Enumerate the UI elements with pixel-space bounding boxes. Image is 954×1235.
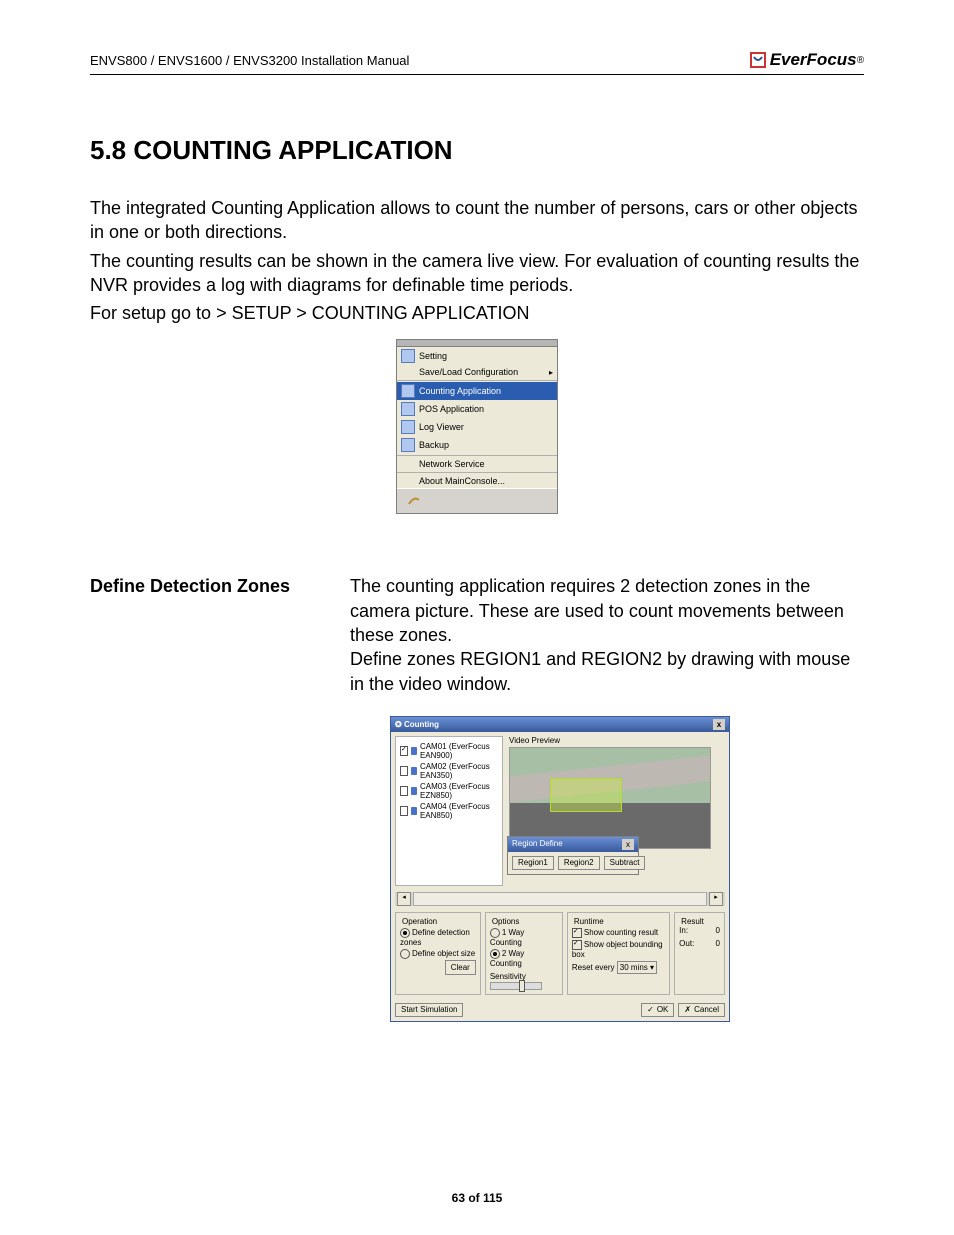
ok-button[interactable]: ✓OK — [641, 1003, 674, 1017]
counting-dialog: ✪ Counting x CAM01 (EverFocus EAN900) CA… — [390, 716, 730, 1022]
reset-every-select[interactable]: 30 mins ▾ — [617, 961, 657, 974]
section-heading: 5.8 COUNTING APPLICATION — [90, 135, 864, 166]
gear-icon — [401, 349, 415, 363]
runtime-group-title: Runtime — [572, 917, 606, 926]
horizontal-scrollbar[interactable]: ◂ ▸ — [395, 892, 725, 906]
x-icon: ✗ — [684, 1006, 691, 1014]
camera-icon — [411, 807, 417, 815]
reset-every-label: Reset every — [572, 963, 615, 972]
dialog-title: ✪ Counting — [395, 720, 439, 729]
show-bbox-checkbox[interactable]: Show object bounding box — [572, 940, 665, 959]
menu-item-pos-app[interactable]: POS Application — [397, 400, 557, 418]
toolbar-tool-icon[interactable] — [403, 491, 425, 511]
scroll-right-icon[interactable]: ▸ — [709, 892, 723, 906]
camera-icon — [411, 767, 417, 775]
subtract-button[interactable]: Subtract — [604, 856, 646, 870]
pos-icon — [401, 402, 415, 416]
result-out-label: Out: — [679, 939, 694, 948]
menu-item-saveload[interactable]: Save/Load Configuration ▸ — [397, 365, 557, 379]
menu-item-log-viewer[interactable]: Log Viewer — [397, 418, 557, 436]
checkbox-icon[interactable] — [400, 746, 408, 756]
setup-path: For setup go to > SETUP > COUNTING APPLI… — [90, 301, 864, 325]
result-group-title: Result — [679, 917, 706, 926]
submenu-arrow-icon: ▸ — [549, 368, 553, 377]
checkbox-icon[interactable] — [400, 786, 408, 796]
doc-header-left: ENVS800 / ENVS1600 / ENVS3200 Installati… — [90, 53, 409, 68]
region-drawn-box[interactable] — [550, 778, 622, 812]
region1-button[interactable]: Region1 — [512, 856, 554, 870]
operation-group-title: Operation — [400, 917, 439, 926]
definition-desc-2: Define zones REGION1 and REGION2 by draw… — [350, 647, 864, 696]
camera-item[interactable]: CAM01 (EverFocus EAN900) — [400, 741, 498, 761]
oneway-radio[interactable]: 1 Way Counting — [490, 928, 558, 947]
clear-button[interactable]: Clear — [445, 960, 476, 975]
menu-item-about[interactable]: About MainConsole... — [397, 474, 557, 488]
cancel-button[interactable]: ✗Cancel — [678, 1003, 725, 1017]
camera-item[interactable]: CAM04 (EverFocus EAN850) — [400, 801, 498, 821]
counting-icon — [401, 384, 415, 398]
checkbox-icon[interactable] — [400, 766, 408, 776]
menu-item-setting[interactable]: Setting — [397, 347, 557, 365]
menu-item-backup[interactable]: Backup — [397, 436, 557, 454]
definition-desc-1: The counting application requires 2 dete… — [350, 574, 864, 647]
page-number: 63 of 115 — [0, 1191, 954, 1205]
intro-p1: The integrated Counting Application allo… — [90, 196, 864, 245]
log-icon — [401, 420, 415, 434]
show-counting-checkbox[interactable]: Show counting result — [572, 928, 665, 938]
sensitivity-slider[interactable] — [490, 982, 542, 990]
close-icon[interactable]: x — [713, 719, 725, 730]
camera-icon — [411, 747, 417, 755]
intro-p2: The counting results can be shown in the… — [90, 249, 864, 298]
start-simulation-button[interactable]: Start Simulation — [395, 1003, 463, 1017]
camera-item[interactable]: CAM02 (EverFocus EAN350) — [400, 761, 498, 781]
video-preview[interactable] — [509, 747, 711, 849]
result-in-value: 0 — [716, 926, 720, 935]
camera-icon — [411, 787, 417, 795]
checkbox-icon[interactable] — [400, 806, 408, 816]
scroll-left-icon[interactable]: ◂ — [397, 892, 411, 906]
result-in-label: In: — [679, 926, 688, 935]
options-group-title: Options — [490, 917, 522, 926]
camera-item[interactable]: CAM03 (EverFocus EZN850) — [400, 781, 498, 801]
camera-list[interactable]: CAM01 (EverFocus EAN900) CAM02 (EverFocu… — [395, 736, 503, 886]
definition-term: Define Detection Zones — [90, 574, 310, 695]
region-define-title: Region Define — [512, 839, 563, 850]
check-icon: ✓ — [647, 1006, 654, 1014]
menu-item-network-service[interactable]: Network Service — [397, 457, 557, 471]
result-out-value: 0 — [716, 939, 720, 948]
region2-button[interactable]: Region2 — [558, 856, 600, 870]
twoway-radio[interactable]: 2 Way Counting — [490, 949, 558, 968]
everfocus-mark-icon — [749, 51, 767, 69]
define-object-radio[interactable]: Define object size — [400, 949, 476, 959]
define-zones-radio[interactable]: Define detection zones — [400, 928, 476, 947]
brand-logo: EverFocus® — [749, 50, 864, 70]
region-define-dialog: Region Define x Region1 Region2 Subtract — [507, 836, 639, 875]
menu-item-counting-app[interactable]: Counting Application — [397, 382, 557, 400]
backup-icon — [401, 438, 415, 452]
setup-menu-screenshot: Setting Save/Load Configuration ▸ Counti… — [396, 339, 558, 514]
video-preview-label: Video Preview — [509, 736, 725, 745]
close-icon[interactable]: x — [622, 839, 634, 850]
